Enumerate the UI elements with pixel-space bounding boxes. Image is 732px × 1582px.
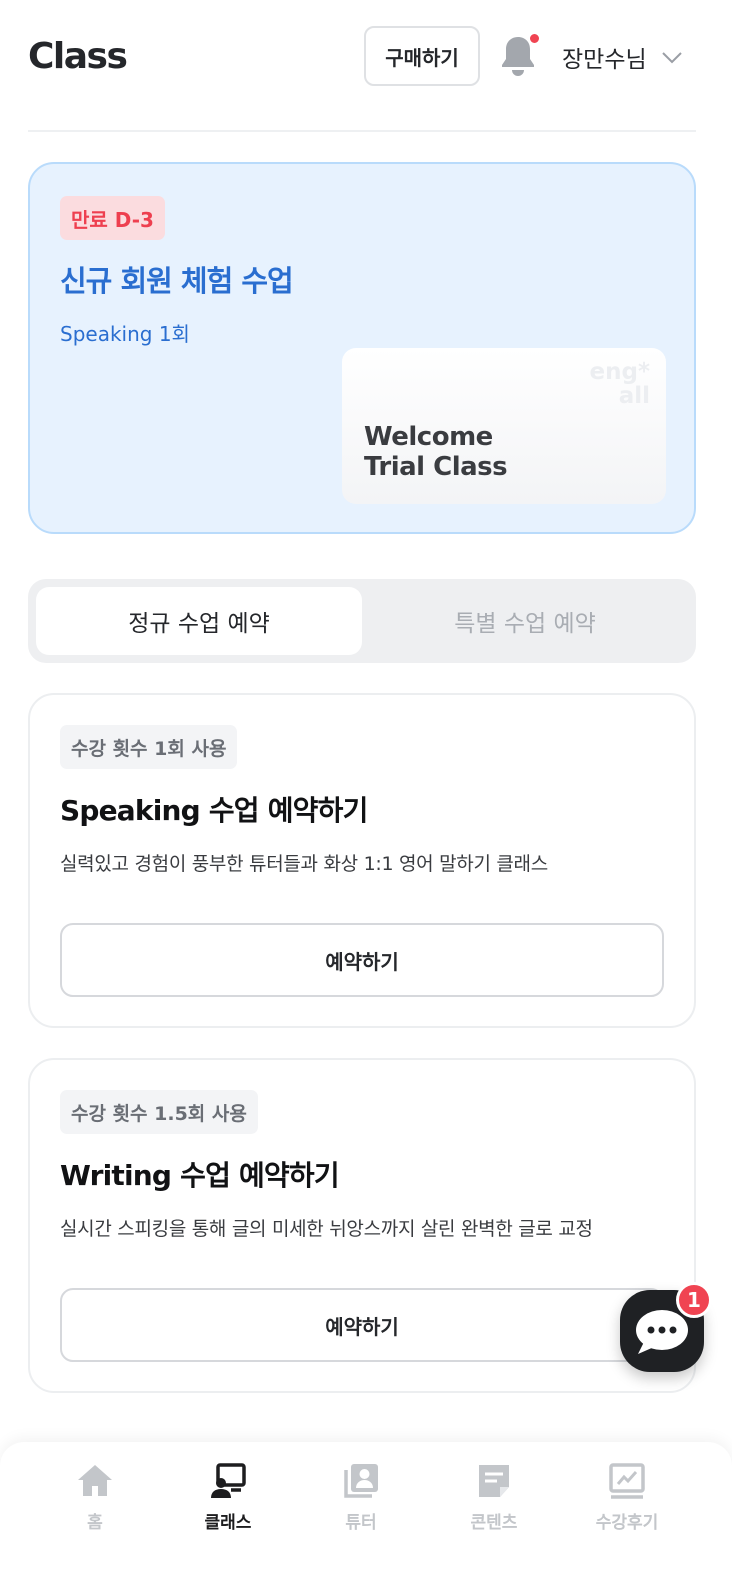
notification-dot <box>528 32 541 45</box>
nav-item-content[interactable]: 콘텐츠 <box>427 1462 561 1542</box>
class-description: 실시간 스피킹을 통해 글의 미세한 뉘앙스까지 살린 완벽한 글로 교정 <box>60 1218 593 1240</box>
header: Class 구매하기 장만수님 <box>28 0 696 132</box>
nav-item-tutor[interactable]: 튜터 <box>294 1462 428 1542</box>
user-menu[interactable]: 장만수님 <box>562 40 683 74</box>
nav-label: 홈 <box>87 1513 103 1533</box>
class-title: Writing 수업 예약하기 <box>60 1159 340 1192</box>
tutor-icon <box>344 1464 378 1498</box>
trial-subtitle: Speaking 1회 <box>60 322 190 346</box>
class-icon <box>211 1463 246 1498</box>
nav-label: 클래스 <box>204 1513 252 1533</box>
home-icon <box>78 1465 112 1496</box>
review-icon <box>609 1463 645 1499</box>
trial-class-card[interactable]: 만료 D-3 신규 회원 체험 수업 Speaking 1회 eng* all … <box>28 162 696 534</box>
bottom-nav: 홈 클래스 튜터 콘텐츠 수강후기 <box>0 1442 732 1582</box>
class-title: Speaking 수업 예약하기 <box>60 794 368 827</box>
expiry-badge: 만료 D-3 <box>60 196 165 240</box>
class-description: 실력있고 경험이 풍부한 튜터들과 화상 1:1 영어 말하기 클래스 <box>60 853 548 875</box>
usage-badge: 수강 횟수 1회 사용 <box>60 725 238 769</box>
reservation-tabs: 정규 수업 예약 특별 수업 예약 <box>28 579 696 663</box>
nav-item-home[interactable]: 홈 <box>28 1462 162 1542</box>
nav-item-review[interactable]: 수강후기 <box>560 1462 694 1542</box>
user-name: 장만수님 <box>562 47 647 73</box>
class-card-writing: 수강 횟수 1.5회 사용 Writing 수업 예약하기 실시간 스피킹을 통… <box>28 1058 696 1393</box>
nav-label: 콘텐츠 <box>470 1513 518 1533</box>
nav-item-class[interactable]: 클래스 <box>161 1462 295 1542</box>
thumbnail-text: Welcome Trial Class <box>364 422 508 482</box>
chat-unread-badge: 1 <box>676 1282 712 1318</box>
reserve-button[interactable]: 예약하기 <box>60 1288 664 1362</box>
page-title: Class <box>28 36 128 77</box>
usage-badge: 수강 횟수 1.5회 사용 <box>60 1090 258 1134</box>
trial-title: 신규 회원 체험 수업 <box>60 264 294 298</box>
class-card-speaking: 수강 횟수 1회 사용 Speaking 수업 예약하기 실력있고 경험이 풍부… <box>28 693 696 1028</box>
content-icon <box>479 1465 509 1497</box>
chevron-down-icon <box>661 52 682 64</box>
tab-regular[interactable]: 정규 수업 예약 <box>36 587 362 655</box>
buy-button[interactable]: 구매하기 <box>364 26 480 86</box>
engall-logo: eng* all <box>589 359 650 409</box>
tab-special[interactable]: 특별 수업 예약 <box>362 587 688 655</box>
reserve-button[interactable]: 예약하기 <box>60 923 664 997</box>
trial-thumbnail: eng* all Welcome Trial Class <box>342 348 666 504</box>
nav-label: 튜터 <box>345 1513 377 1533</box>
nav-label: 수강후기 <box>595 1513 659 1533</box>
